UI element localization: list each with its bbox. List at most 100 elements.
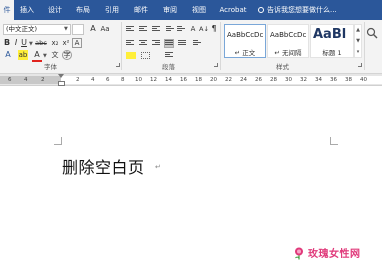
styles-dialog-launcher-icon[interactable] (358, 63, 362, 67)
chevron-down-icon[interactable]: ▼ (29, 41, 33, 47)
line-spacing-icon[interactable] (193, 40, 201, 47)
style-sample: AaBl (313, 27, 347, 42)
styles-group-label: 样式 (276, 63, 289, 71)
style-no-spacing[interactable]: AaBbCcDc ↵ 无间隔 (267, 24, 309, 58)
ruler-tick: 4 (91, 77, 95, 83)
phonetic-guide-button[interactable]: 文 (50, 50, 60, 60)
borders-icon[interactable] (141, 52, 150, 59)
ruler-tick: 20 (210, 77, 217, 83)
styles-scroll[interactable]: ▲ ▼ ▾ (354, 24, 362, 58)
ruler-tick: 8 (121, 77, 125, 83)
italic-button[interactable]: I (12, 38, 20, 48)
scroll-down-icon[interactable]: ▼ (355, 36, 361, 47)
font-group-label: 字体 (44, 63, 57, 71)
tab-insert[interactable]: 插入 (16, 0, 38, 20)
highlight-button[interactable]: ab (18, 50, 28, 60)
align-right-icon[interactable] (152, 40, 160, 47)
margin-corner-mark (54, 137, 62, 145)
ribbon: (中文正文) ▼ A Aa B I U ▼ abc x₂ x² A A ab A… (0, 20, 382, 74)
scroll-up-icon[interactable]: ▲ (355, 25, 361, 36)
align-center-icon[interactable] (139, 40, 147, 47)
word-window: 件 插入 设计 布局 引用 邮件 审阅 视图 Acrobat 告诉我您想要做什么… (0, 0, 382, 272)
bold-button[interactable]: B (3, 38, 11, 48)
character-border-button[interactable]: A (72, 38, 82, 48)
sort-button[interactable]: A↓ (199, 24, 209, 34)
lightbulb-icon (258, 7, 264, 13)
first-line-indent-marker[interactable] (58, 74, 64, 78)
ruler-tick: 6 (8, 77, 12, 83)
change-case-button[interactable]: Aa (99, 24, 111, 34)
tell-me-box[interactable]: 告诉我您想要做什么... (258, 0, 337, 20)
tab-file[interactable]: 件 (0, 0, 14, 20)
chevron-down-icon[interactable]: ▼ (64, 26, 68, 32)
ruler-tick: 16 (180, 77, 187, 83)
style-name: ↵ 无间隔 (274, 49, 302, 57)
text-effects-button[interactable]: A (3, 50, 13, 60)
chevron-down-icon[interactable]: ▼ (43, 53, 47, 59)
font-dialog-launcher-icon[interactable] (116, 63, 120, 67)
ribbon-tab-bar: 件 插入 设计 布局 引用 邮件 审阅 视图 Acrobat 告诉我您想要做什么… (0, 0, 382, 20)
show-marks-button[interactable]: ¶ (210, 24, 218, 34)
align-left-icon[interactable] (126, 40, 134, 47)
paragraph-mark: ↵ (155, 163, 161, 171)
ruler-tick: 38 (345, 77, 352, 83)
increase-indent-icon[interactable] (177, 26, 185, 33)
asian-typography-icon[interactable] (165, 52, 173, 59)
group-divider (121, 22, 122, 70)
tab-acrobat[interactable]: Acrobat (216, 0, 250, 20)
grow-font-button[interactable]: A (88, 24, 98, 34)
tab-view[interactable]: 视图 (188, 0, 210, 20)
ruler-tick: 10 (135, 77, 142, 83)
left-indent-marker[interactable] (58, 81, 65, 86)
decrease-indent-icon[interactable] (166, 26, 174, 33)
tab-references[interactable]: 引用 (101, 0, 123, 20)
style-sample: AaBbCcDc (227, 31, 264, 39)
tab-review[interactable]: 审阅 (159, 0, 181, 20)
underline-button[interactable]: U (20, 38, 28, 48)
tab-mailings[interactable]: 邮件 (130, 0, 152, 20)
font-color-button[interactable]: A (32, 50, 42, 62)
watermark-text: 玫瑰女性网 (308, 248, 361, 260)
ruler-tick: 2 (41, 77, 45, 83)
tab-layout[interactable]: 布局 (72, 0, 94, 20)
paragraph-dialog-launcher-icon[interactable] (214, 63, 218, 67)
superscript-button[interactable]: x² (61, 38, 71, 48)
watermark: 玫瑰女性网 (292, 244, 361, 260)
find-icon[interactable] (366, 24, 382, 54)
ruler-tick: 24 (240, 77, 247, 83)
document-text[interactable]: 删除空白页 (62, 154, 145, 178)
bullets-icon[interactable] (126, 26, 134, 33)
ruler-tick: 18 (195, 77, 202, 83)
ruler-tick: 36 (330, 77, 337, 83)
enclose-characters-button[interactable]: 字 (62, 50, 72, 60)
horizontal-ruler[interactable]: 6 4 2 2 4 6 8 10 12 14 16 18 20 22 24 26… (0, 74, 382, 86)
styles-gallery: AaBbCcDc ↵ 正文 AaBbCcDc ↵ 无间隔 AaBl 标题 1 (224, 24, 354, 62)
ruler-tick: 22 (225, 77, 232, 83)
distributed-icon[interactable] (178, 40, 186, 47)
group-divider (364, 22, 365, 70)
ruler-tick: 30 (285, 77, 292, 83)
style-heading-1[interactable]: AaBl 标题 1 (310, 24, 354, 58)
strikethrough-button[interactable]: abc (34, 38, 48, 48)
ruler-tick: 34 (315, 77, 322, 83)
font-name-box[interactable]: (中文正文) (3, 24, 71, 35)
numbering-icon[interactable] (139, 26, 147, 33)
shading-icon[interactable] (126, 52, 136, 59)
style-normal[interactable]: AaBbCcDc ↵ 正文 (224, 24, 266, 58)
margin-corner-mark (330, 137, 338, 145)
rose-logo-icon (292, 245, 306, 260)
ruler-tick: 32 (300, 77, 307, 83)
ruler-tick: 26 (255, 77, 262, 83)
multilevel-list-icon[interactable] (152, 26, 160, 33)
style-name: ↵ 正文 (234, 49, 256, 57)
more-styles-icon[interactable]: ▾ (355, 47, 361, 58)
font-size-box[interactable] (72, 24, 84, 35)
tab-design[interactable]: 设计 (44, 0, 66, 20)
justify-icon[interactable] (164, 39, 174, 48)
ruler-tick: 14 (165, 77, 172, 83)
ruler-tick: 40 (360, 77, 367, 83)
chinese-layout-button[interactable]: A (188, 24, 198, 34)
subscript-button[interactable]: x₂ (50, 38, 60, 48)
style-name: 标题 1 (322, 49, 342, 57)
paragraph-group-label: 段落 (162, 63, 175, 71)
